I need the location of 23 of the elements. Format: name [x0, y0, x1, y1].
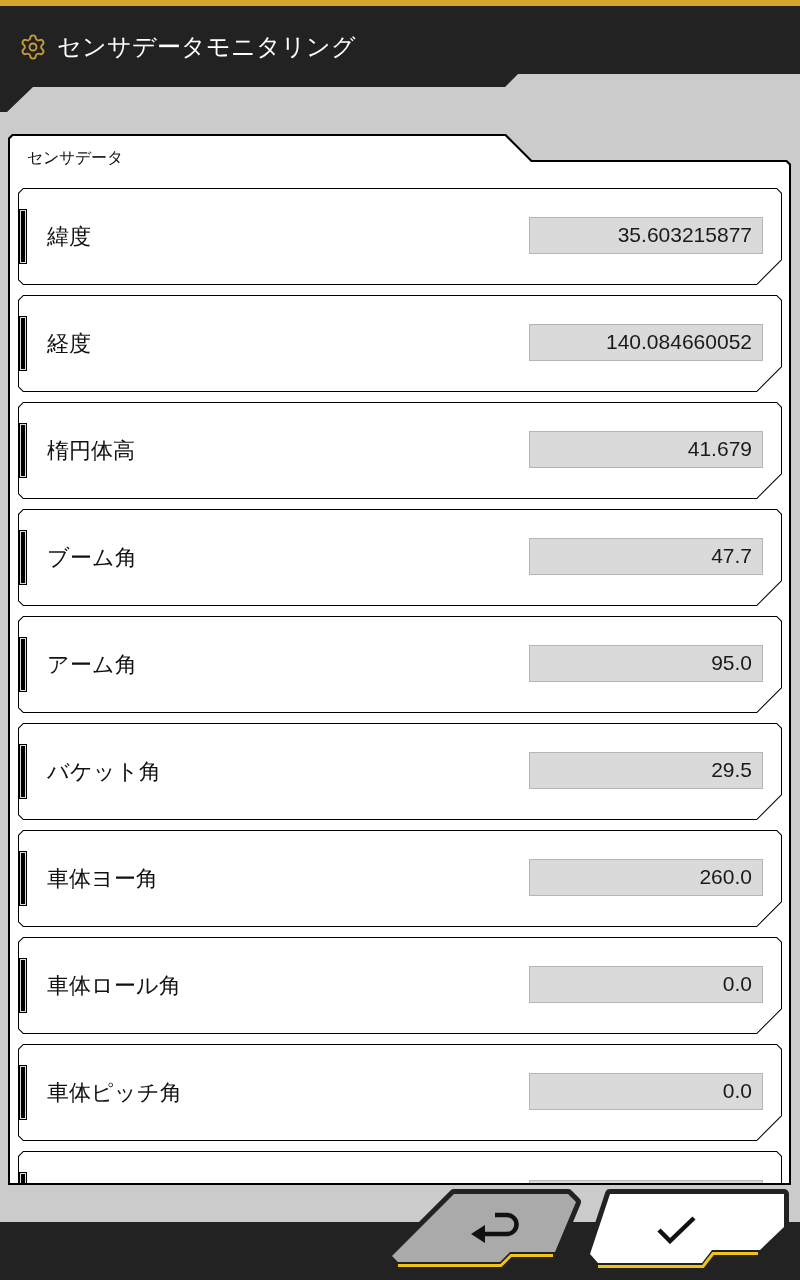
value-field: 35.603215877 — [529, 216, 763, 254]
value-field: 95.0 — [529, 644, 763, 682]
value-field: 0.0 — [529, 1072, 763, 1110]
row-label: 車体ヨー角 — [47, 864, 158, 893]
value-field: 47.7 — [529, 537, 763, 575]
value-field: 260.0 — [529, 858, 763, 896]
row-label: アーム角 — [47, 650, 137, 679]
panel-title: センサデータ — [27, 149, 123, 166]
row-label: 車体ロール角 — [47, 971, 181, 1000]
value-field: 0.0 — [529, 965, 763, 1003]
row-label: ブーム角 — [47, 543, 137, 572]
check-icon — [657, 1216, 696, 1244]
row-label: バケット角 — [47, 757, 161, 786]
row-label: 経度 — [47, 329, 91, 358]
value-field: 140.084660052 — [529, 323, 763, 361]
row-label: 車体ピッチ角 — [47, 1078, 182, 1107]
window-title: センサデータモニタリング — [57, 31, 356, 62]
value-field: 41.679 — [529, 430, 763, 468]
row-label: 楕円体高 — [47, 436, 135, 465]
value-field: 29.5 — [529, 751, 763, 789]
return-arrow-icon — [471, 1211, 519, 1245]
settings-icon — [19, 32, 47, 61]
row-label: 緯度 — [47, 222, 91, 251]
